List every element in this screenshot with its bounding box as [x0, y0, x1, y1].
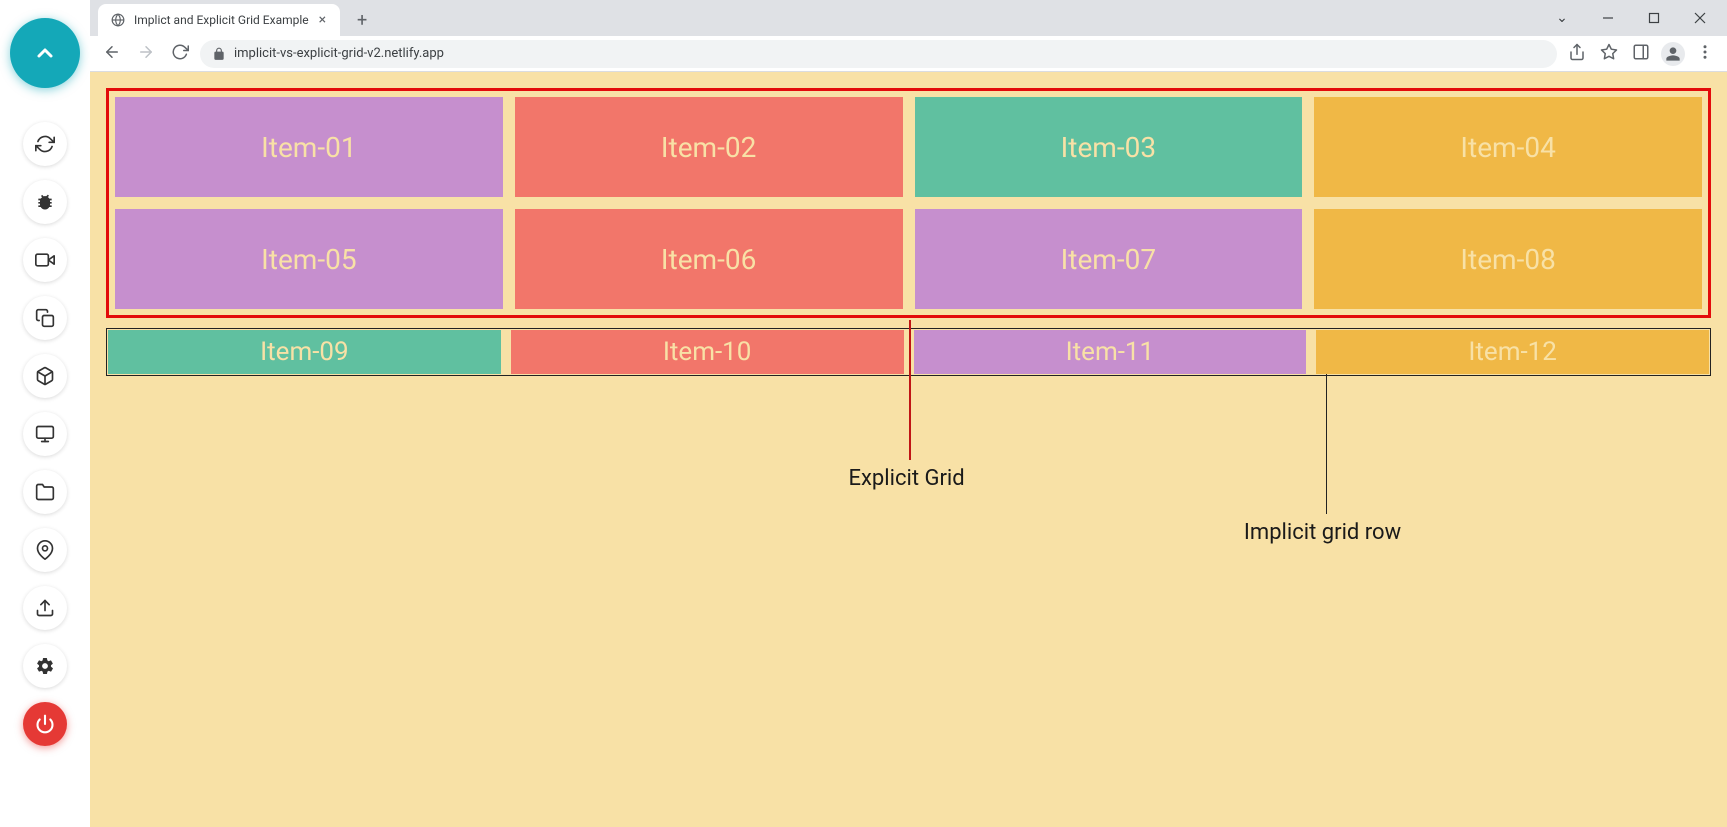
- url-text: implicit-vs-explicit-grid-v2.netlify.app: [234, 46, 444, 61]
- sidebar-folder-button[interactable]: [23, 470, 67, 514]
- chevron-up-icon: [33, 41, 57, 65]
- grid-cell: Item-08: [1314, 209, 1702, 309]
- grid-cell: Item-01: [115, 97, 503, 197]
- monitor-icon: [35, 424, 55, 444]
- power-icon: [35, 714, 55, 734]
- sync-icon: [35, 134, 55, 154]
- side-panel-button[interactable]: [1627, 40, 1655, 68]
- address-bar[interactable]: implicit-vs-explicit-grid-v2.netlify.app: [200, 40, 1557, 68]
- arrow-right-icon: [137, 43, 155, 65]
- kebab-icon: [1696, 43, 1714, 65]
- grid-cell: Item-11: [914, 330, 1307, 374]
- browser-toolbar: implicit-vs-explicit-grid-v2.netlify.app: [90, 36, 1727, 72]
- annotation-explicit-label: Explicit Grid: [849, 466, 965, 491]
- gear-icon: [35, 656, 55, 676]
- window-controls: ⌄: [1539, 0, 1727, 36]
- grid-cell: Item-02: [515, 97, 903, 197]
- browser-window: Implict and Explicit Grid Example × + ⌄ …: [90, 0, 1727, 827]
- tab-close-button[interactable]: ×: [317, 12, 328, 28]
- bookmark-button[interactable]: [1595, 40, 1623, 68]
- reload-icon: [171, 43, 189, 65]
- sidebar-collapse-button[interactable]: [10, 18, 80, 88]
- plus-icon: +: [357, 10, 367, 31]
- sidebar-settings-button[interactable]: [23, 644, 67, 688]
- new-tab-button[interactable]: +: [348, 6, 376, 34]
- sidebar-upload-button[interactable]: [23, 586, 67, 630]
- box-icon: [35, 366, 55, 386]
- close-icon: [1694, 9, 1706, 28]
- video-icon: [35, 250, 55, 270]
- share-button[interactable]: [1563, 40, 1591, 68]
- browser-menu-button[interactable]: [1691, 40, 1719, 68]
- page-viewport: Item-01 Item-02 Item-03 Item-04 Item-05 …: [90, 72, 1727, 827]
- maximize-icon: [1648, 9, 1660, 28]
- sidebar-monitor-button[interactable]: [23, 412, 67, 456]
- share-icon: [1568, 43, 1586, 65]
- arrow-left-icon: [103, 43, 121, 65]
- copy-icon: [35, 308, 55, 328]
- folder-icon: [35, 482, 55, 502]
- profile-button[interactable]: [1659, 40, 1687, 68]
- sidebar-bug-button[interactable]: [23, 180, 67, 224]
- chevron-down-icon: ⌄: [1556, 10, 1568, 26]
- bug-icon: [35, 192, 55, 212]
- grid-cell: Item-04: [1314, 97, 1702, 197]
- grid-cell: Item-05: [115, 209, 503, 309]
- tab-title: Implict and Explicit Grid Example: [134, 13, 309, 27]
- grid-cell: Item-07: [915, 209, 1303, 309]
- sidebar-sync-button[interactable]: [23, 122, 67, 166]
- nav-back-button[interactable]: [98, 40, 126, 68]
- location-icon: [35, 540, 55, 560]
- tab-strip: Implict and Explicit Grid Example × + ⌄: [90, 0, 1727, 36]
- upload-icon: [35, 598, 55, 618]
- annotation-implicit-label: Implicit grid row: [1244, 520, 1401, 545]
- person-icon: [1661, 42, 1685, 66]
- window-maximize-button[interactable]: [1631, 0, 1677, 36]
- grid-cell: Item-12: [1316, 330, 1709, 374]
- tabs-dropdown-button[interactable]: ⌄: [1539, 0, 1585, 36]
- tool-sidebar: [0, 0, 90, 827]
- grid-cell: Item-06: [515, 209, 903, 309]
- grid-cell: Item-03: [915, 97, 1303, 197]
- minimize-icon: [1602, 9, 1614, 28]
- explicit-grid: Item-01 Item-02 Item-03 Item-04 Item-05 …: [106, 88, 1711, 318]
- sidebar-copy-button[interactable]: [23, 296, 67, 340]
- annotation-line: [1326, 374, 1327, 514]
- sidebar-power-button[interactable]: [23, 702, 67, 746]
- window-minimize-button[interactable]: [1585, 0, 1631, 36]
- sidebar-box-button[interactable]: [23, 354, 67, 398]
- browser-tab[interactable]: Implict and Explicit Grid Example ×: [98, 4, 340, 36]
- close-icon: ×: [319, 12, 326, 28]
- panel-icon: [1632, 43, 1650, 65]
- grid-cell: Item-09: [108, 330, 501, 374]
- grid-cell: Item-10: [511, 330, 904, 374]
- lock-icon: [212, 47, 226, 61]
- nav-forward-button[interactable]: [132, 40, 160, 68]
- sidebar-video-button[interactable]: [23, 238, 67, 282]
- window-close-button[interactable]: [1677, 0, 1723, 36]
- annotation-line: [909, 320, 911, 460]
- star-icon: [1600, 43, 1618, 65]
- globe-icon: [110, 12, 126, 28]
- nav-reload-button[interactable]: [166, 40, 194, 68]
- sidebar-location-button[interactable]: [23, 528, 67, 572]
